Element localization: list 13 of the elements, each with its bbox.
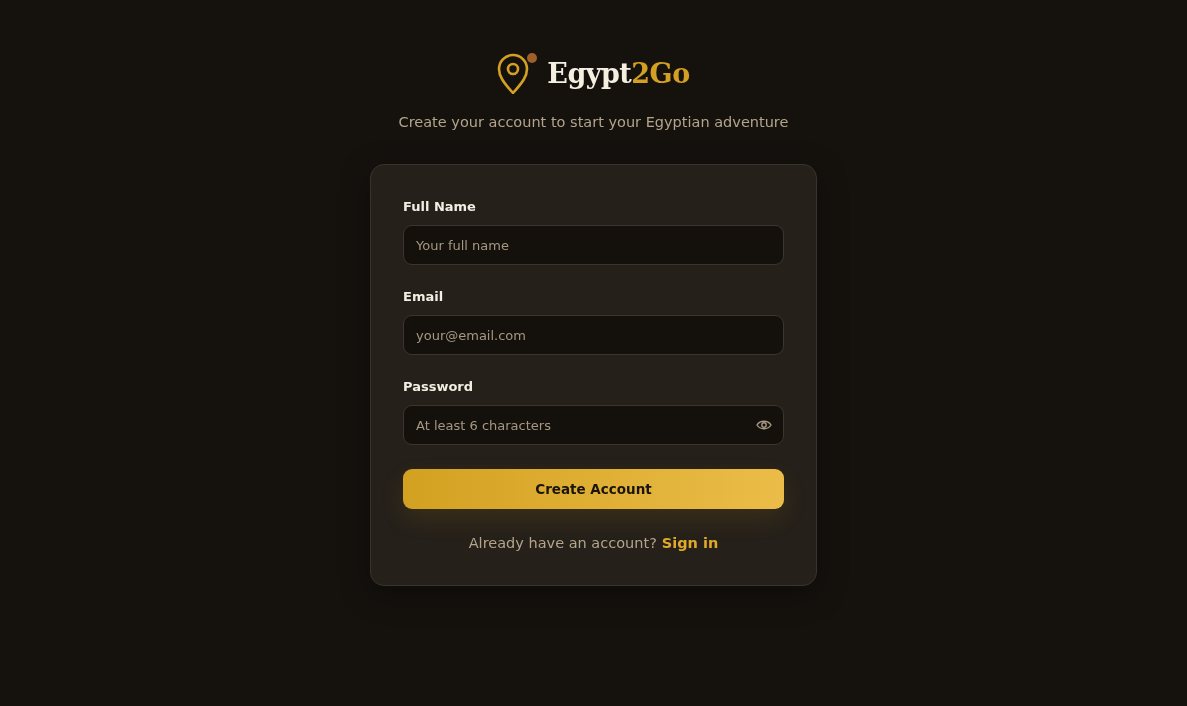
email-field[interactable]: your@email.com: [403, 315, 784, 355]
subtitle: Create your account to start your Egyptian adventure: [398, 114, 789, 130]
field-label: Password: [403, 379, 475, 394]
signin-prompt: Already have an account?: [468, 535, 657, 551]
sign-in-link[interactable]: Sign in: [661, 535, 719, 551]
input-field[interactable]: Your full name: [403, 225, 784, 265]
field-label: Full Name: [403, 199, 477, 214]
map-pin-icon: [497, 52, 540, 94]
password-field[interactable]: At least 6 characters: [403, 405, 784, 445]
field-label: Email: [403, 289, 445, 304]
eye-icon[interactable]: [756, 419, 772, 431]
create-account-button[interactable]: Create Account: [403, 469, 784, 509]
logo-wordmark: Egypt2Go: [547, 57, 690, 89]
